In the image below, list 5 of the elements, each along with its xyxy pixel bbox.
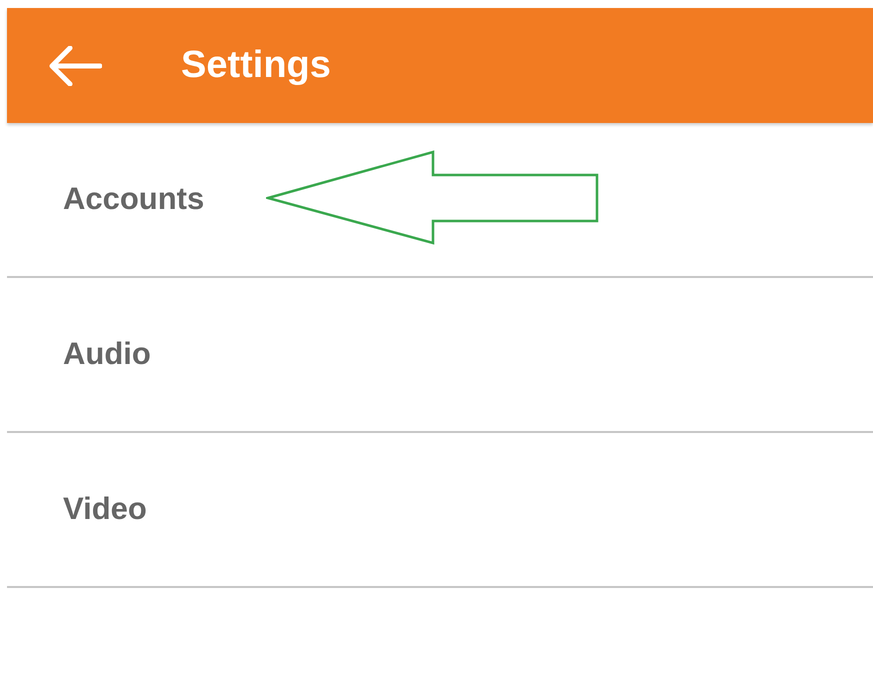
settings-item[interactable]: Audio [7, 278, 873, 433]
settings-item[interactable]: Video [7, 433, 873, 588]
screen-title: Settings [181, 43, 331, 88]
back-arrow-icon[interactable] [48, 46, 102, 86]
settings-item[interactable]: Accounts [7, 123, 873, 278]
